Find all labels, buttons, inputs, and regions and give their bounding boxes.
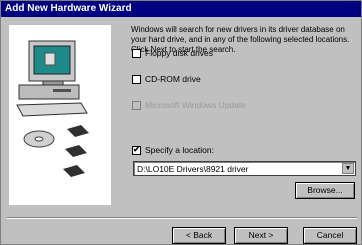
computer-case-icon xyxy=(18,84,80,100)
windows-update-label: Microsoft Windows Update xyxy=(145,100,247,110)
location-value: D:\LO10E Drivers\8921 driver xyxy=(137,164,249,174)
wizard-window: Add New Hardware Wizard Windows will sea… xyxy=(0,0,362,245)
browse-button[interactable]: Browse... xyxy=(295,182,355,199)
computer-cd-illustration xyxy=(9,25,111,205)
floppy-label: Floppy disk drives xyxy=(145,48,214,58)
option-windows-update: Microsoft Windows Update xyxy=(132,99,246,111)
cdrom-label: CD-ROM drive xyxy=(145,74,201,84)
monitor-icon xyxy=(28,40,76,86)
next-button[interactable]: Next > xyxy=(234,227,288,244)
cd-disc-icon xyxy=(23,130,55,148)
cdrom-checkbox[interactable] xyxy=(132,74,141,84)
divider xyxy=(7,217,357,219)
title-bar[interactable]: Add New Hardware Wizard xyxy=(1,1,361,17)
windows-update-checkbox xyxy=(132,100,141,110)
option-cdrom[interactable]: CD-ROM drive xyxy=(132,73,201,85)
location-combobox[interactable]: D:\LO10E Drivers\8921 driver ▼ xyxy=(133,161,356,176)
floppy-checkbox[interactable] xyxy=(132,48,141,58)
specify-location-checkbox[interactable]: ✔ xyxy=(132,145,141,155)
specify-location-label: Specify a location: xyxy=(145,145,214,155)
window-title: Add New Hardware Wizard xyxy=(5,3,132,14)
dropdown-arrow-icon[interactable]: ▼ xyxy=(342,163,354,174)
option-specify-location[interactable]: ✔ Specify a location: xyxy=(132,144,214,156)
cancel-button[interactable]: Cancel xyxy=(303,227,357,244)
back-button[interactable]: < Back xyxy=(172,227,226,244)
option-floppy[interactable]: Floppy disk drives xyxy=(132,47,213,59)
